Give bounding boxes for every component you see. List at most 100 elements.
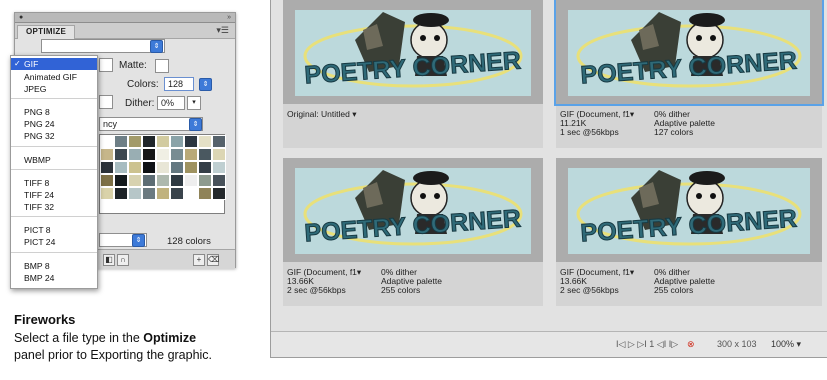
format-option-png-8[interactable]: PNG 8 (11, 106, 97, 118)
palette-swatch[interactable] (184, 161, 198, 174)
palette-swatch[interactable] (212, 187, 226, 200)
poetry-corner-logo: POETRY CORNER (568, 168, 810, 254)
palette-swatch[interactable] (170, 161, 184, 174)
format-option-tiff-32[interactable]: TIFF 32 (11, 201, 97, 213)
palette-swatch[interactable] (184, 148, 198, 161)
palette-swatch[interactable] (198, 174, 212, 187)
palette-swatch[interactable] (170, 135, 184, 148)
palette-swatch[interactable] (184, 187, 198, 200)
format-option-pict-8[interactable]: PICT 8 (11, 224, 97, 236)
preview-info-line: Original: Untitled ▾ (287, 109, 357, 119)
palette-swatch[interactable] (212, 135, 226, 148)
delete-color-icon[interactable]: ⌫ (207, 254, 219, 266)
palette-swatch[interactable] (142, 148, 156, 161)
palette-swatch[interactable] (128, 187, 142, 200)
palette-swatch[interactable] (128, 135, 142, 148)
file-format-dropdown[interactable]: ✓ GIF Animated GIF JPEG PNG 8 PNG 24 PNG 32 WBM… (10, 55, 98, 289)
format-option-png-24[interactable]: PNG 24 (11, 118, 97, 130)
saved-settings-arrows-icon[interactable]: ⇕ (150, 40, 163, 53)
color-palette-grid[interactable] (99, 134, 226, 214)
palette-swatch[interactable] (100, 148, 114, 161)
format-option-bmp-24[interactable]: BMP 24 (11, 272, 97, 284)
format-option-jpeg[interactable]: JPEG (11, 83, 97, 95)
palette-swatch[interactable] (198, 148, 212, 161)
format-option-label: TIFF 24 (24, 190, 55, 200)
format-option-label: JPEG (24, 84, 47, 94)
matte-swatch[interactable] (155, 59, 169, 73)
format-option-label: TIFF 8 (24, 178, 50, 188)
palette-swatch[interactable] (156, 135, 170, 148)
transparency-arrows-icon[interactable]: ⇕ (189, 118, 202, 131)
palette-swatch[interactable] (156, 161, 170, 174)
lock-color-icon[interactable]: ◧ (103, 254, 115, 266)
dither-input[interactable]: 0% (157, 96, 185, 110)
collapse-icon[interactable]: » (227, 14, 231, 21)
transparency-select[interactable]: ncy (99, 117, 203, 131)
palette-swatch[interactable] (114, 174, 128, 187)
palette-swatch[interactable] (128, 161, 142, 174)
preview-image: POETRY CORNER (556, 158, 822, 262)
format-option-tiff-8[interactable]: TIFF 8 (11, 177, 97, 189)
panel-menu-icon[interactable]: ▾☰ (216, 25, 229, 36)
add-color-icon[interactable]: + (193, 254, 205, 266)
palette-swatch[interactable] (170, 187, 184, 200)
format-option-label: PNG 32 (24, 131, 55, 141)
palette-swatch[interactable] (156, 187, 170, 200)
palette-swatch[interactable] (212, 174, 226, 187)
palette-swatch[interactable] (100, 187, 114, 200)
palette-swatch[interactable] (184, 135, 198, 148)
colors-stepper-icon[interactable]: ⇕ (199, 78, 212, 91)
matte-label: Matte: (119, 60, 147, 71)
close-icon[interactable]: ● (19, 14, 23, 21)
palette-swatch[interactable] (100, 161, 114, 174)
format-option-tiff-24[interactable]: TIFF 24 (11, 189, 97, 201)
palette-swatch[interactable] (114, 135, 128, 148)
format-option-animated-gif[interactable]: Animated GIF (11, 71, 97, 83)
stop-icon[interactable]: ⊗ (687, 339, 695, 350)
preview-pane-gif-3[interactable]: POETRY CORNER GIF (Document, f1▾ 13.66K 2 … (556, 158, 822, 306)
palette-swatch[interactable] (114, 161, 128, 174)
format-option-png-32[interactable]: PNG 32 (11, 130, 97, 142)
format-select-edge[interactable] (99, 58, 113, 72)
preview-info: Original: Untitled ▾ (287, 110, 356, 119)
image-dimensions: 300 x 103 (717, 339, 757, 349)
palette-swatch[interactable] (100, 135, 114, 148)
palette-swatch[interactable] (142, 187, 156, 200)
palette-swatch[interactable] (170, 148, 184, 161)
preview-pane-original[interactable]: POETRY CORNER Original: Untitled ▾ (283, 0, 543, 148)
palette-swatch[interactable] (184, 174, 198, 187)
palette-swatch[interactable] (170, 174, 184, 187)
palette-swatch[interactable] (114, 148, 128, 161)
format-option-pict-24[interactable]: PICT 24 (11, 236, 97, 248)
saved-settings-select[interactable] (41, 39, 165, 53)
dither-dropdown-icon[interactable]: ▾ (187, 96, 201, 110)
palette-swatch[interactable] (128, 174, 142, 187)
format-option-bmp-8[interactable]: BMP 8 (11, 260, 97, 272)
format-option-gif[interactable]: ✓ GIF (11, 58, 97, 70)
palette-swatch[interactable] (114, 187, 128, 200)
palette-swatch[interactable] (156, 148, 170, 161)
snap-web-icon[interactable]: ∩ (117, 254, 129, 266)
palette-swatch[interactable] (100, 174, 114, 187)
palette-swatch[interactable] (142, 135, 156, 148)
palette-swatch[interactable] (128, 148, 142, 161)
colors-input[interactable]: 128 (164, 77, 194, 91)
preview-image: POETRY CORNER (283, 0, 543, 104)
format-option-label: BMP 8 (24, 261, 50, 271)
palette-swatch[interactable] (198, 187, 212, 200)
palette-swatch[interactable] (142, 161, 156, 174)
preview-pane-gif-1[interactable]: POETRY CORNER GIF (Document, f1▾ 11.21K 1 … (554, 0, 824, 148)
preview-pane-gif-2[interactable]: POETRY CORNER GIF (Document, f1▾ 13.66K 2 … (283, 158, 543, 306)
palette-swatch[interactable] (212, 148, 226, 161)
palette-swatch[interactable] (212, 161, 226, 174)
palette-swatch[interactable] (156, 174, 170, 187)
loss-field-edge[interactable] (99, 95, 113, 109)
palette-swatch[interactable] (198, 161, 212, 174)
palette-swatch[interactable] (198, 135, 212, 148)
zoom-select[interactable]: 100% ▾ (771, 339, 801, 350)
tab-optimize[interactable]: OPTIMIZE (17, 25, 76, 39)
format-option-wbmp[interactable]: WBMP (11, 154, 97, 166)
frame-controls[interactable]: I◁ ▷ ▷I 1 ◁I I▷ (616, 339, 678, 350)
palette-swatch[interactable] (142, 174, 156, 187)
sort-arrows-icon[interactable]: ⇕ (132, 234, 145, 247)
